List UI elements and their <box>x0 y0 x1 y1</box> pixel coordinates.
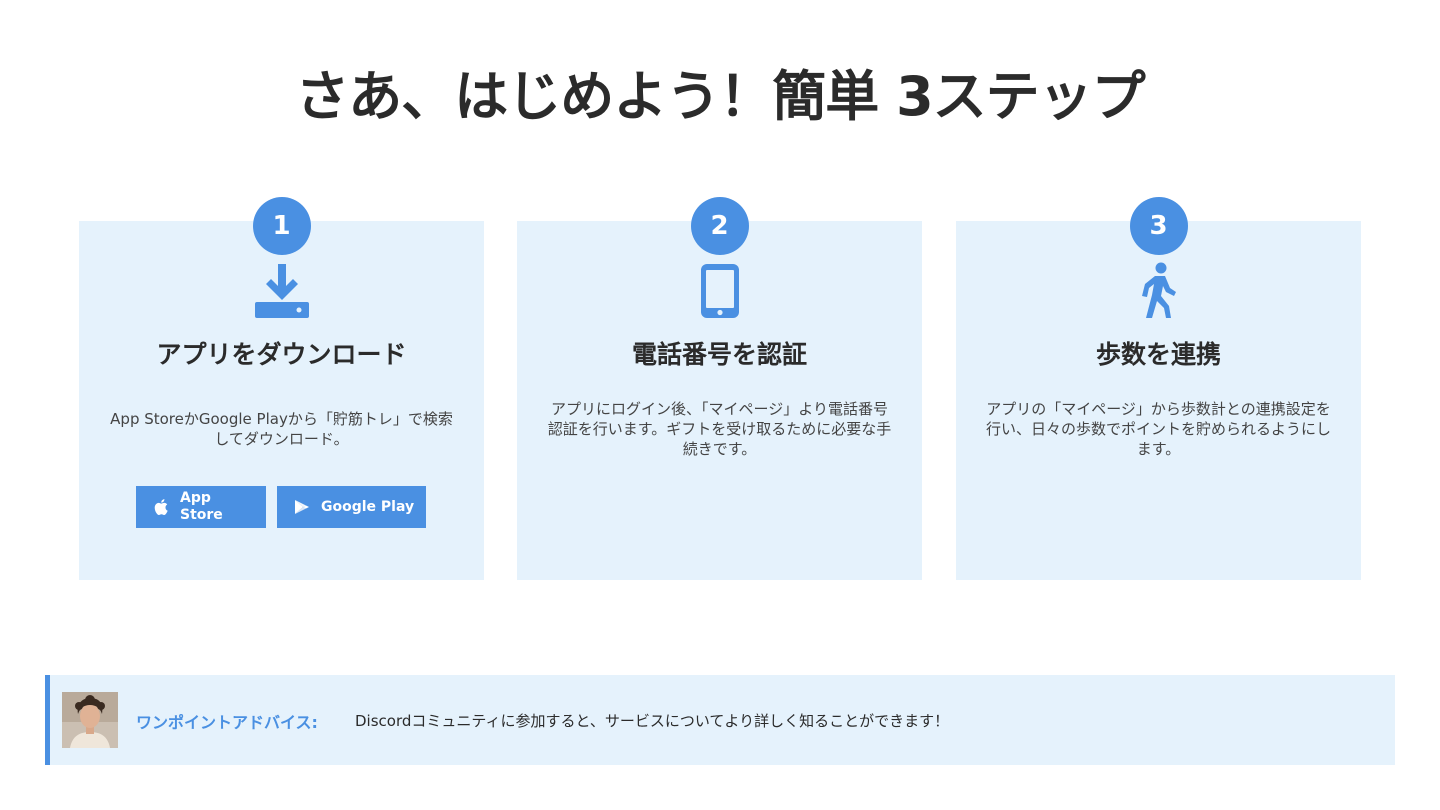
step-description: アプリにログイン後、「マイページ」より電話番号認証を行います。ギフトを受け取るた… <box>547 400 892 458</box>
step-title: 電話番号を認証 <box>631 340 807 369</box>
app-store-button[interactable]: App Store <box>136 486 266 528</box>
step-number-badge: 1 <box>252 197 311 255</box>
google-play-label: Google Play <box>321 499 415 515</box>
step-number-badge: 3 <box>1129 197 1188 255</box>
advice-text: Discordコミュニティに参加すると、サービスについてより詳しく知ることができ… <box>355 712 950 730</box>
smartphone-icon <box>690 261 750 321</box>
step-card-phone-verification: 2 電話番号を認証 アプリにログイン後、「マイページ」より電話番号認証を行います… <box>517 197 922 580</box>
step-title: アプリをダウンロード <box>156 340 407 369</box>
step-number-badge: 2 <box>690 197 749 255</box>
advice-label: ワンポイントアドバイス: <box>136 713 318 732</box>
google-play-button[interactable]: Google Play <box>277 486 426 528</box>
step-description: App StoreかGoogle Playから「貯筋トレ」で検索してダウンロード… <box>110 410 453 448</box>
page-title: さあ、はじめよう！簡単 3ステップ <box>295 65 1145 128</box>
advice-bar: ワンポイントアドバイス: Discordコミュニティに参加すると、サービスについ… <box>45 675 1395 765</box>
step-description: アプリの「マイページ」から歩数計との連携設定を行い、日々の歩数でポイントを貯めら… <box>985 400 1331 458</box>
download-icon <box>252 261 312 321</box>
walking-person-icon <box>1129 261 1189 321</box>
step-title: 歩数を連携 <box>1095 340 1221 369</box>
avatar <box>62 692 118 748</box>
apple-icon <box>152 498 170 516</box>
step-card-step-sync: 3 歩数を連携 アプリの「マイページ」から歩数計との連携設定を行い、日々の歩数で… <box>956 197 1361 580</box>
app-store-label: App Store <box>180 490 223 523</box>
google-play-icon <box>293 498 311 516</box>
step-card-download: 1 アプリをダウンロード App StoreかGoogle Playから「貯筋ト… <box>79 197 484 580</box>
